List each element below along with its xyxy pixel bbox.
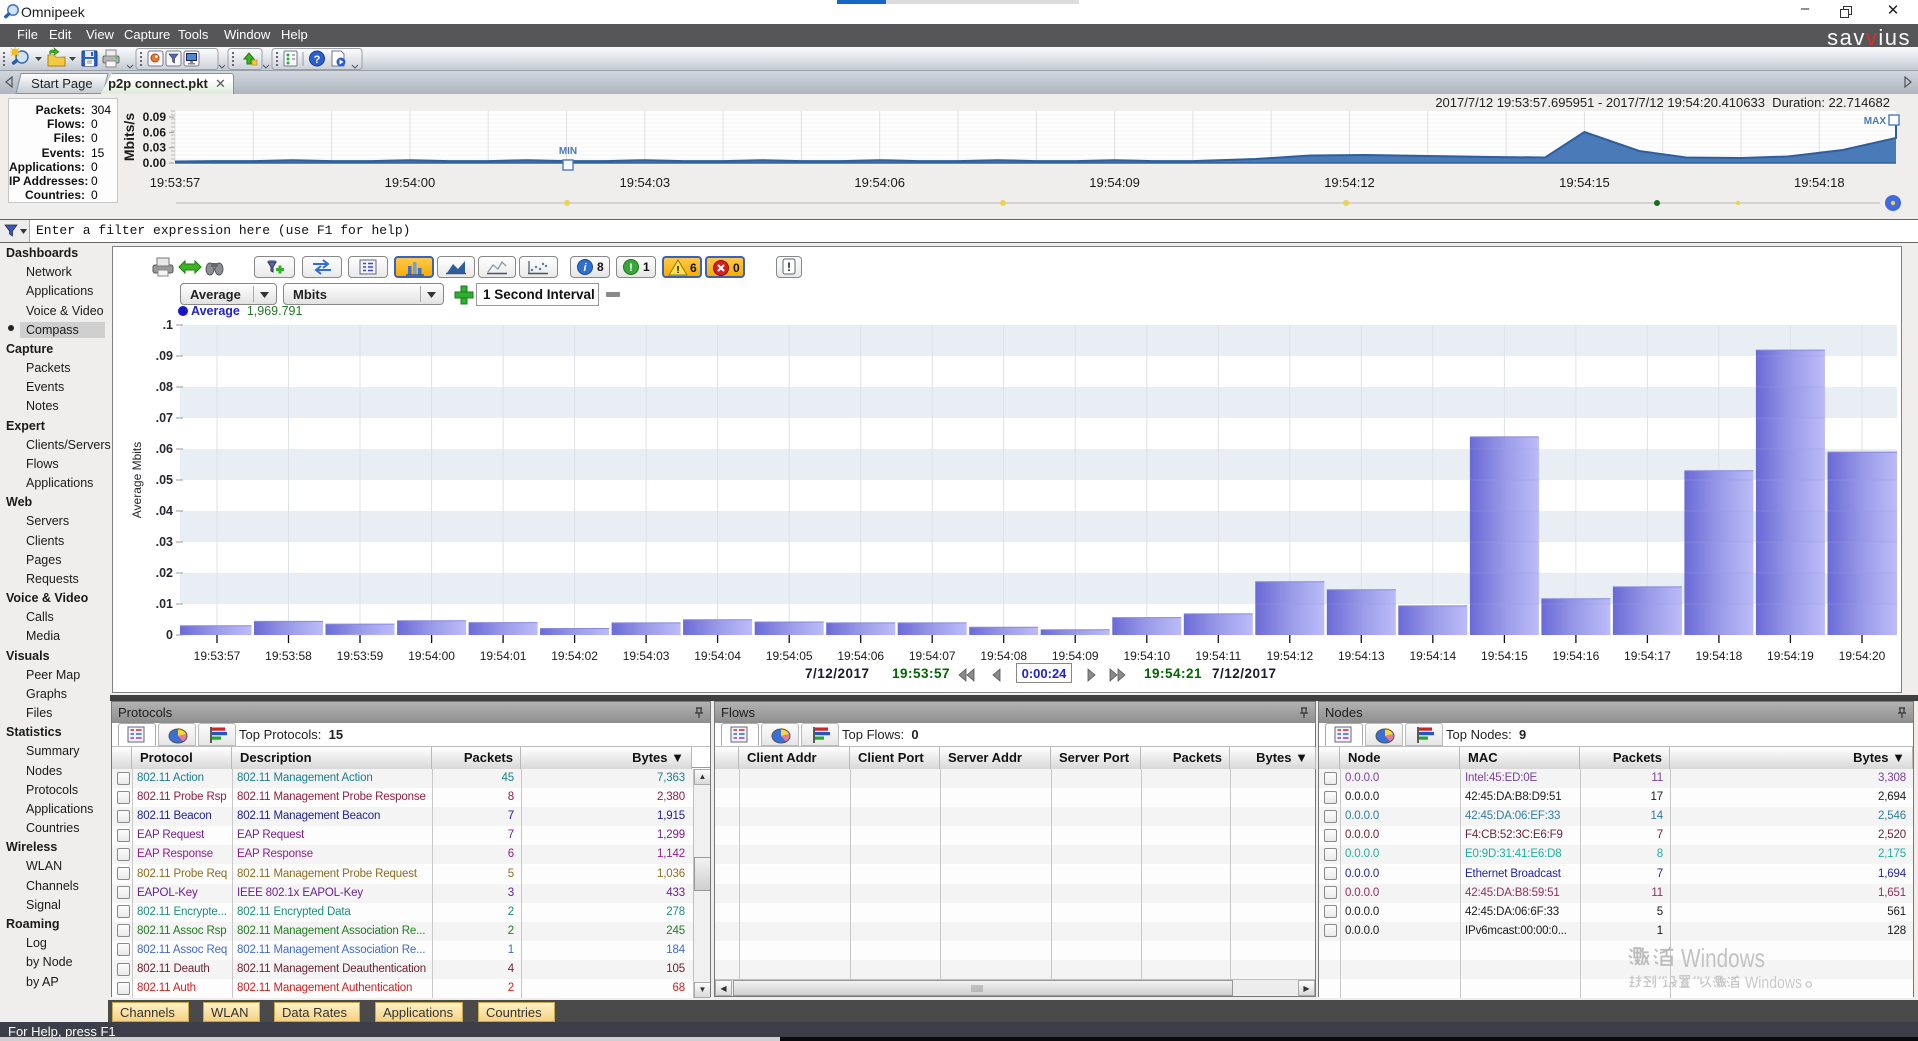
svg-text:MAX: MAX — [1864, 116, 1887, 127]
svg-text:.01: .01 — [156, 597, 173, 611]
svg-text:19:54:20: 19:54:20 — [1839, 649, 1886, 663]
svg-text:19:54:13: 19:54:13 — [1338, 649, 1385, 663]
svg-text:.1: .1 — [163, 318, 173, 332]
svg-text:19:54:03: 19:54:03 — [623, 649, 670, 663]
svg-text:19:54:03: 19:54:03 — [619, 175, 670, 190]
svg-text:0.00: 0.00 — [143, 156, 167, 170]
svg-text:.07: .07 — [156, 411, 173, 425]
svg-text:19:54:17: 19:54:17 — [1624, 649, 1671, 663]
svg-text:.09: .09 — [156, 349, 173, 363]
svg-text:19:54:18: 19:54:18 — [1696, 649, 1743, 663]
svg-text:.04: .04 — [156, 504, 173, 518]
svg-text:19:54:06: 19:54:06 — [854, 175, 905, 190]
svg-text:19:54:08: 19:54:08 — [980, 649, 1027, 663]
svg-text:19:53:58: 19:53:58 — [265, 649, 312, 663]
svg-text:19:54:00: 19:54:00 — [408, 649, 455, 663]
svg-text:19:54:15: 19:54:15 — [1481, 649, 1528, 663]
svg-text:19:54:07: 19:54:07 — [909, 649, 956, 663]
svg-text:Windows: Windows — [1745, 973, 1802, 992]
svg-text:19:54:12: 19:54:12 — [1266, 649, 1313, 663]
svg-text:0: 0 — [166, 628, 173, 642]
svg-text:Windows: Windows — [1681, 943, 1765, 973]
svg-text:19:54:05: 19:54:05 — [766, 649, 813, 663]
svg-text:19:54:15: 19:54:15 — [1559, 175, 1610, 190]
svg-text:0.03: 0.03 — [143, 141, 167, 155]
svg-text:19:53:57: 19:53:57 — [150, 175, 201, 190]
svg-text:MIN: MIN — [559, 146, 577, 157]
svg-text:19:53:57: 19:53:57 — [194, 649, 241, 663]
svg-text:?: ? — [314, 54, 321, 66]
svg-text:19:54:19: 19:54:19 — [1767, 649, 1814, 663]
svg-text:19:54:06: 19:54:06 — [837, 649, 884, 663]
svg-text:.03: .03 — [156, 535, 173, 549]
svg-text:19:54:14: 19:54:14 — [1409, 649, 1456, 663]
svg-text:Mbits/s: Mbits/s — [121, 113, 137, 161]
svg-text:19:54:00: 19:54:00 — [385, 175, 436, 190]
svg-text:19:53:59: 19:53:59 — [337, 649, 384, 663]
svg-text:.05: .05 — [156, 473, 173, 487]
svg-text:.02: .02 — [156, 566, 173, 580]
svg-text:19:54:04: 19:54:04 — [694, 649, 741, 663]
svg-text:19:54:12: 19:54:12 — [1324, 175, 1375, 190]
svg-text:0.09: 0.09 — [143, 110, 167, 124]
svg-text:19:54:09: 19:54:09 — [1089, 175, 1140, 190]
svg-text:Average Mbits: Average Mbits — [130, 442, 144, 518]
svg-text:19:54:11: 19:54:11 — [1195, 649, 1241, 663]
svg-text:19:54:16: 19:54:16 — [1553, 649, 1600, 663]
svg-text:19:54:02: 19:54:02 — [551, 649, 598, 663]
svg-text:19:54:18: 19:54:18 — [1794, 175, 1845, 190]
svg-text:0.06: 0.06 — [143, 125, 167, 139]
svg-text:19:54:10: 19:54:10 — [1123, 649, 1170, 663]
svg-text:.06: .06 — [156, 442, 173, 456]
svg-text:19:54:01: 19:54:01 — [480, 649, 527, 663]
svg-text:19:54:09: 19:54:09 — [1052, 649, 1099, 663]
svg-text:.08: .08 — [156, 380, 173, 394]
